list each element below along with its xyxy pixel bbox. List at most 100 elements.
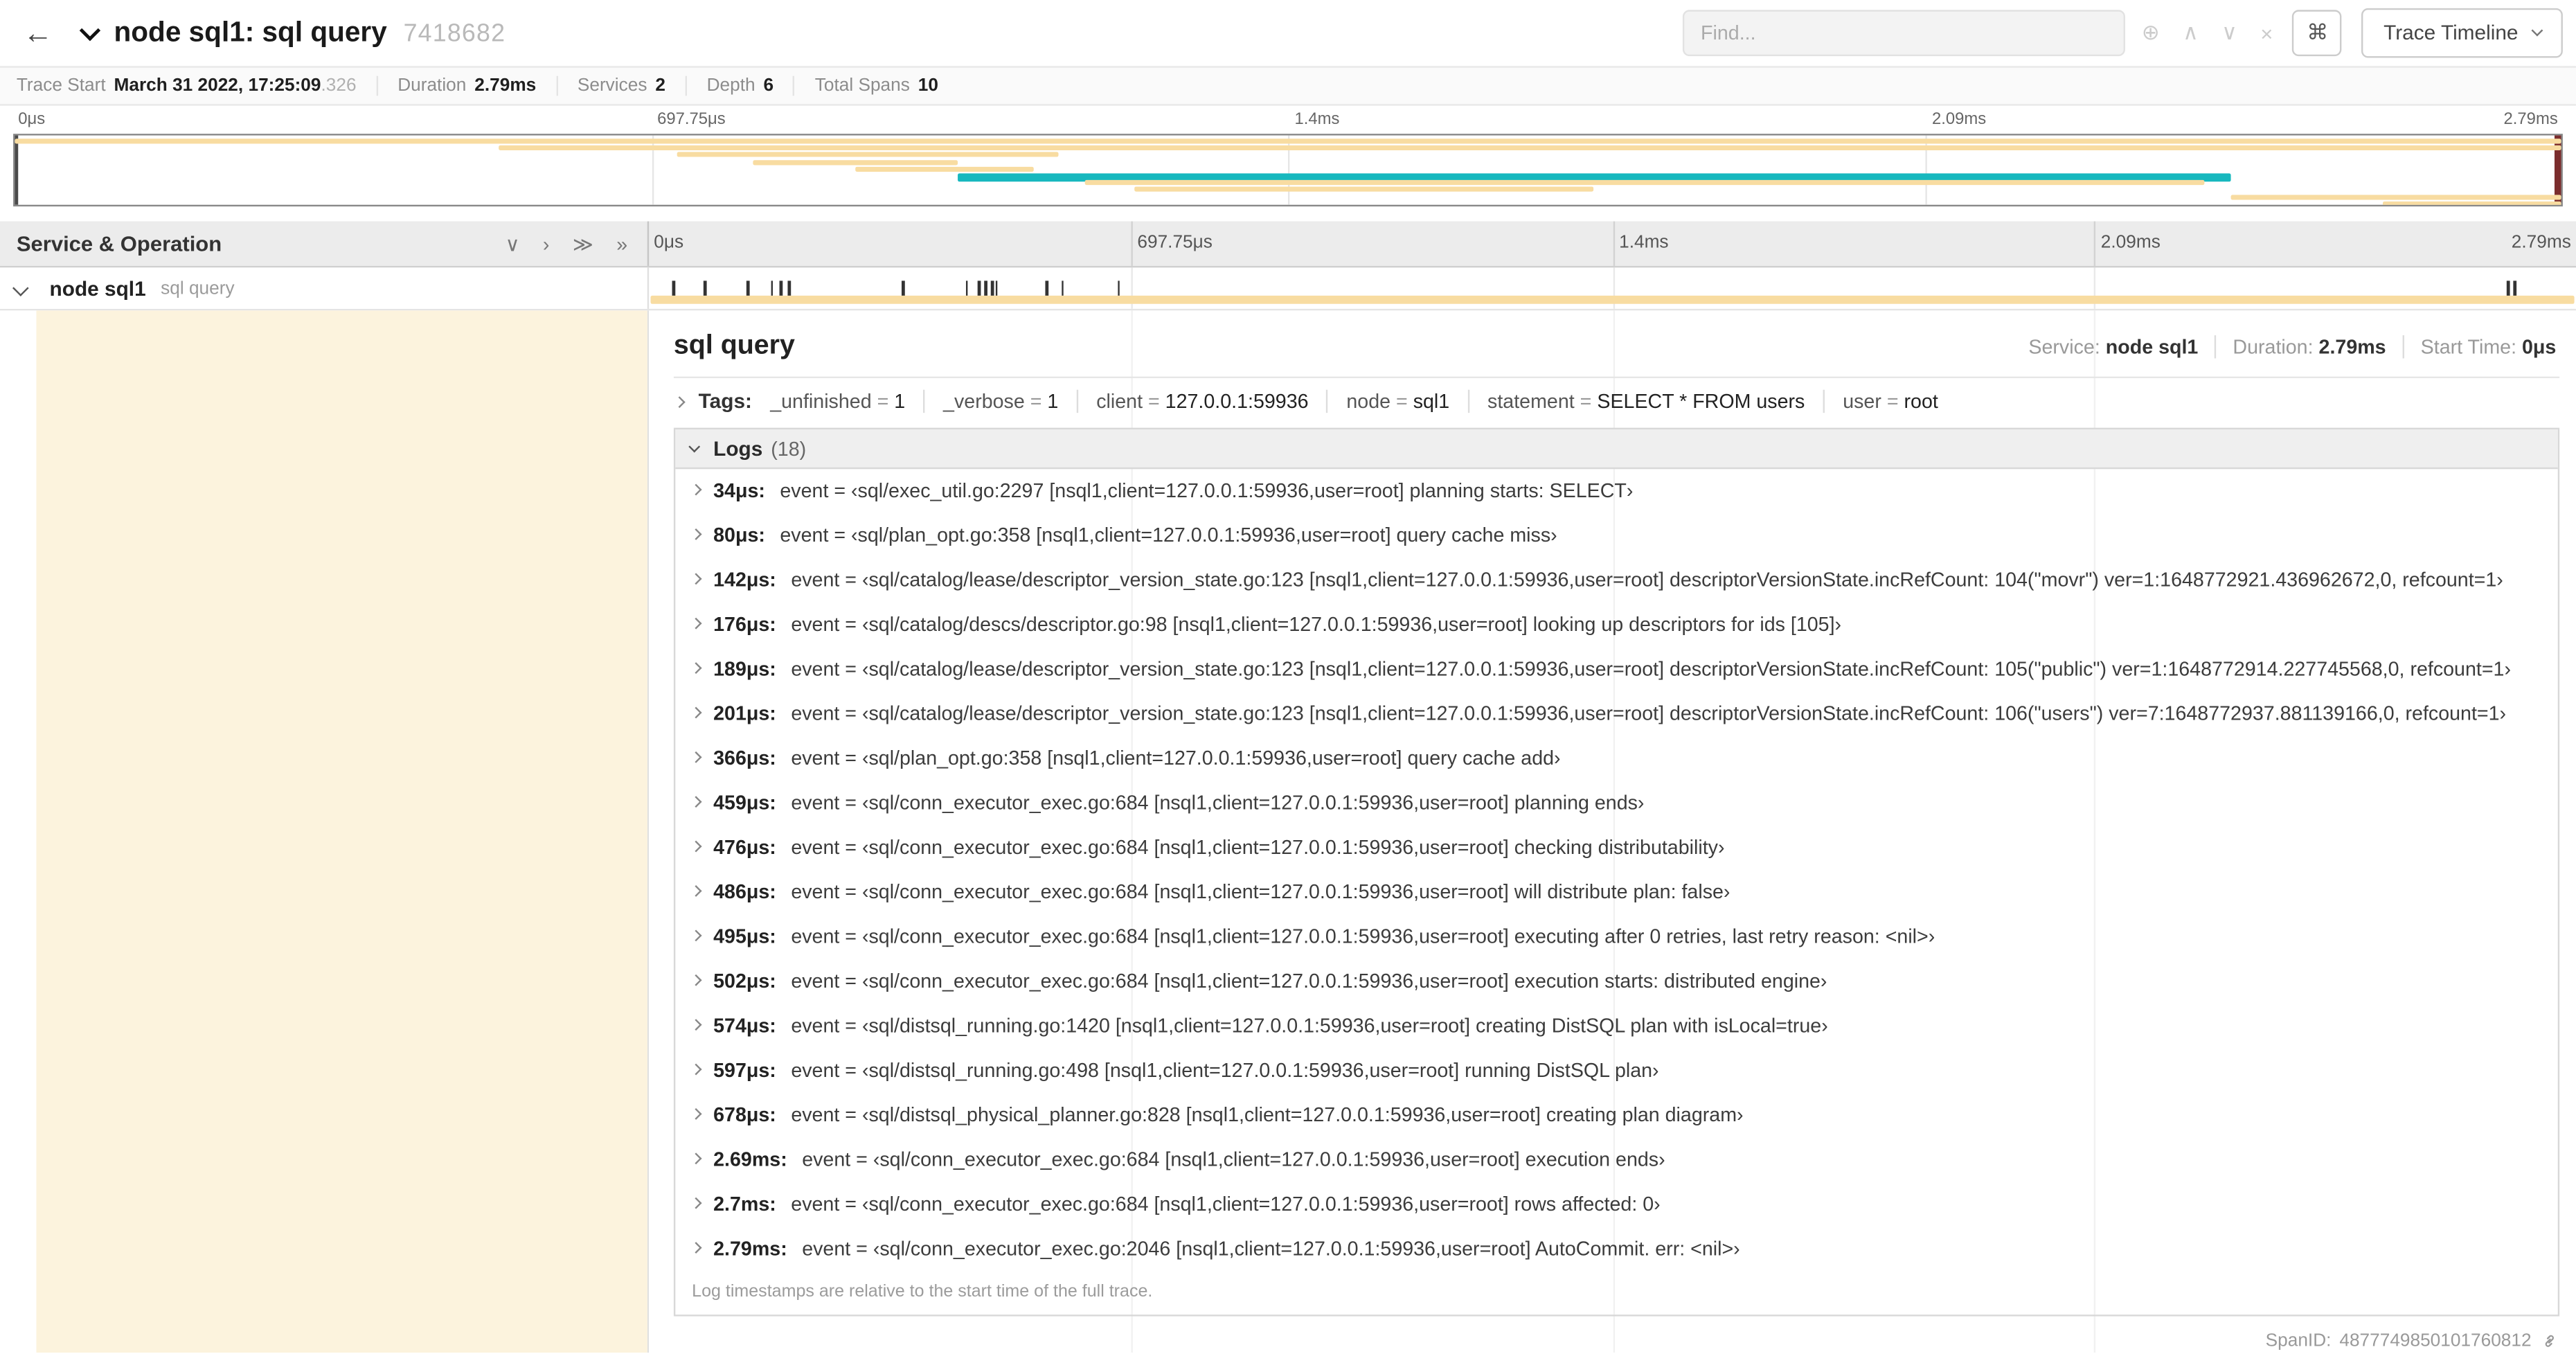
trace-summary-item: Total Spans 10 <box>793 75 958 96</box>
log-message: event = ‹sql/catalog/descs/descriptor.go… <box>791 612 1842 636</box>
log-timestamp: 678μs: <box>713 1103 776 1127</box>
log-entry[interactable]: 495μs: event = ‹sql/conn_executor_exec.g… <box>675 915 2557 959</box>
chevron-down-icon <box>2531 24 2543 37</box>
link-icon[interactable] <box>2540 1331 2560 1351</box>
logs-count: (18) <box>771 436 807 461</box>
log-timestamp: 176μs: <box>713 612 776 636</box>
log-entry[interactable]: 574μs: event = ‹sql/distsql_running.go:1… <box>675 1004 2557 1049</box>
span-detail-card: sql query Service: node sql1 Duration: 2.… <box>649 310 2576 1317</box>
jaeger-trace-page: ← node sql1: sql query 7418682 ⊕ ∧ ∨ × ⌘… <box>0 0 2576 1363</box>
minimap-span <box>677 152 1059 158</box>
expand-all-icon[interactable]: » <box>616 232 627 255</box>
span-row[interactable]: node sql1 sql query <box>0 267 2576 311</box>
log-entry[interactable]: 597μs: event = ‹sql/distsql_running.go:4… <box>675 1049 2557 1093</box>
minimap-span <box>2383 201 2561 205</box>
trace-minimap: 0μs 697.75μs 1.4ms 2.09ms 2.79ms <box>0 106 2576 207</box>
log-message: event = ‹sql/distsql_running.go:1420 [ns… <box>791 1014 1828 1037</box>
log-timestamp: 574μs: <box>713 1014 776 1037</box>
tag-item: node = sql1 <box>1326 389 1450 413</box>
time-tick-label: 697.75μs <box>1137 233 1213 253</box>
log-entry[interactable]: 502μs: event = ‹sql/conn_executor_exec.g… <box>675 959 2557 1004</box>
chevron-right-icon <box>690 1063 702 1076</box>
log-entry[interactable]: 34μs: event = ‹sql/exec_util.go:2297 [ns… <box>675 469 2557 513</box>
span-service-stat: Service: node sql1 <box>2028 335 2199 359</box>
log-entry[interactable]: 678μs: event = ‹sql/distsql_physical_pla… <box>675 1094 2557 1138</box>
log-timestamp: 597μs: <box>713 1058 776 1082</box>
chevron-right-icon <box>690 1197 702 1209</box>
find-input[interactable] <box>1682 10 2125 57</box>
trace-summary: Trace Start March 31 2022, 17:25:09 .326… <box>0 66 2576 106</box>
summary-value-suffix: .326 <box>321 75 357 96</box>
log-marker <box>995 280 999 296</box>
log-entry[interactable]: 189μs: event = ‹sql/catalog/lease/descri… <box>675 648 2557 692</box>
log-entry[interactable]: 486μs: event = ‹sql/conn_executor_exec.g… <box>675 871 2557 915</box>
timeline-ruler: 0μs 697.75μs 1.4ms 2.09ms 2.79ms <box>649 221 2576 266</box>
log-message: event = ‹sql/distsql_running.go:498 [nsq… <box>791 1058 1659 1082</box>
tag-key: user <box>1843 389 1881 413</box>
minimap-span <box>753 159 957 165</box>
log-message: event = ‹sql/plan_opt.go:358 [nsql1,clie… <box>780 523 1557 547</box>
span-timeline-cell[interactable] <box>649 267 2576 309</box>
span-expander-icon[interactable] <box>12 280 29 296</box>
tags-section[interactable]: Tags: _unfinished = 1 _verbose = 1 clien… <box>673 378 2559 425</box>
minimap-span <box>2230 194 2561 199</box>
log-marker <box>1061 280 1064 296</box>
log-message: event = ‹sql/catalog/lease/descriptor_ve… <box>791 568 2503 591</box>
time-tick-label: 2.79ms <box>2511 233 2571 253</box>
back-arrow-icon: ← <box>23 15 53 49</box>
next-match-icon[interactable]: ∨ <box>2221 20 2237 46</box>
view-selector-button[interactable]: Trace Timeline <box>2362 8 2563 58</box>
log-timestamp: 2.7ms: <box>713 1192 776 1216</box>
view-selector-label: Trace Timeline <box>2383 21 2519 45</box>
tags-label: Tags: <box>698 389 752 413</box>
logs-header[interactable]: Logs (18) <box>675 429 2558 470</box>
time-tick-label: 2.09ms <box>1931 110 1987 129</box>
log-entry[interactable]: 459μs: event = ‹sql/conn_executor_exec.g… <box>675 781 2557 826</box>
log-entry[interactable]: 366μs: event = ‹sql/plan_opt.go:358 [nsq… <box>675 737 2557 781</box>
chevron-right-icon <box>690 1152 702 1165</box>
back-button[interactable]: ← <box>13 16 63 51</box>
log-entry[interactable]: 176μs: event = ‹sql/catalog/descs/descri… <box>675 603 2557 647</box>
expand-one-icon[interactable]: › <box>543 232 550 255</box>
chevron-right-icon <box>690 528 702 540</box>
log-timestamp: 80μs: <box>713 523 765 547</box>
trace-collapse-chevron-icon[interactable] <box>79 19 101 41</box>
log-message: event = ‹sql/conn_executor_exec.go:684 [… <box>791 925 1935 948</box>
chevron-right-icon <box>690 796 702 808</box>
span-bar[interactable] <box>650 295 2575 304</box>
log-marker <box>1117 280 1120 296</box>
clear-search-icon[interactable]: × <box>2260 21 2273 46</box>
summary-value: 6 <box>763 75 774 96</box>
log-entry[interactable]: 2.7ms: event = ‹sql/conn_executor_exec.g… <box>675 1182 2557 1227</box>
log-entry[interactable]: 142μs: event = ‹sql/catalog/lease/descri… <box>675 558 2557 603</box>
tag-value: sql1 <box>1413 389 1450 413</box>
log-entry[interactable]: 476μs: event = ‹sql/conn_executor_exec.g… <box>675 826 2557 870</box>
log-message: event = ‹sql/conn_executor_exec.go:684 [… <box>802 1148 1665 1171</box>
focus-match-icon[interactable]: ⊕ <box>2142 20 2160 46</box>
log-entry[interactable]: 201μs: event = ‹sql/catalog/lease/descri… <box>675 692 2557 736</box>
summary-label: Services <box>577 75 647 96</box>
summary-value: March 31 2022, 17:25:09 <box>114 75 321 96</box>
log-timestamp: 476μs: <box>713 835 776 859</box>
minimap-span <box>855 166 1034 172</box>
find-nav-controls: ⊕ ∧ ∨ × <box>2142 20 2273 46</box>
span-title: sql query <box>673 330 795 360</box>
tags-list: _unfinished = 1 _verbose = 1 client = 12… <box>770 389 1938 413</box>
log-message: event = ‹sql/exec_util.go:2297 [nsql1,cl… <box>780 479 1634 502</box>
log-marker <box>2514 280 2516 296</box>
prev-match-icon[interactable]: ∧ <box>2183 20 2199 46</box>
log-entry[interactable]: 2.79ms: event = ‹sql/conn_executor_exec.… <box>675 1227 2557 1272</box>
time-gridline <box>1130 221 1133 266</box>
log-message: event = ‹sql/distsql_physical_planner.go… <box>791 1103 1744 1127</box>
summary-value: 2.79ms <box>474 75 537 96</box>
logs-list: 34μs: event = ‹sql/exec_util.go:2297 [ns… <box>675 469 2557 1272</box>
minimap-canvas[interactable] <box>13 134 2563 207</box>
log-entry[interactable]: 2.69ms: event = ‹sql/conn_executor_exec.… <box>675 1138 2557 1182</box>
minimap-left-scrubber[interactable] <box>15 135 19 205</box>
collapse-one-icon[interactable]: ∨ <box>506 232 520 255</box>
logs-section: Logs (18) 34μs: event = ‹sql/exec_util.g… <box>673 427 2560 1317</box>
keyboard-shortcuts-button[interactable]: ⌘ <box>2292 10 2343 57</box>
log-entry[interactable]: 80μs: event = ‹sql/plan_opt.go:358 [nsql… <box>675 514 2557 558</box>
tag-value: SELECT * FROM users <box>1597 389 1805 413</box>
collapse-all-icon[interactable]: ≫ <box>573 232 593 255</box>
